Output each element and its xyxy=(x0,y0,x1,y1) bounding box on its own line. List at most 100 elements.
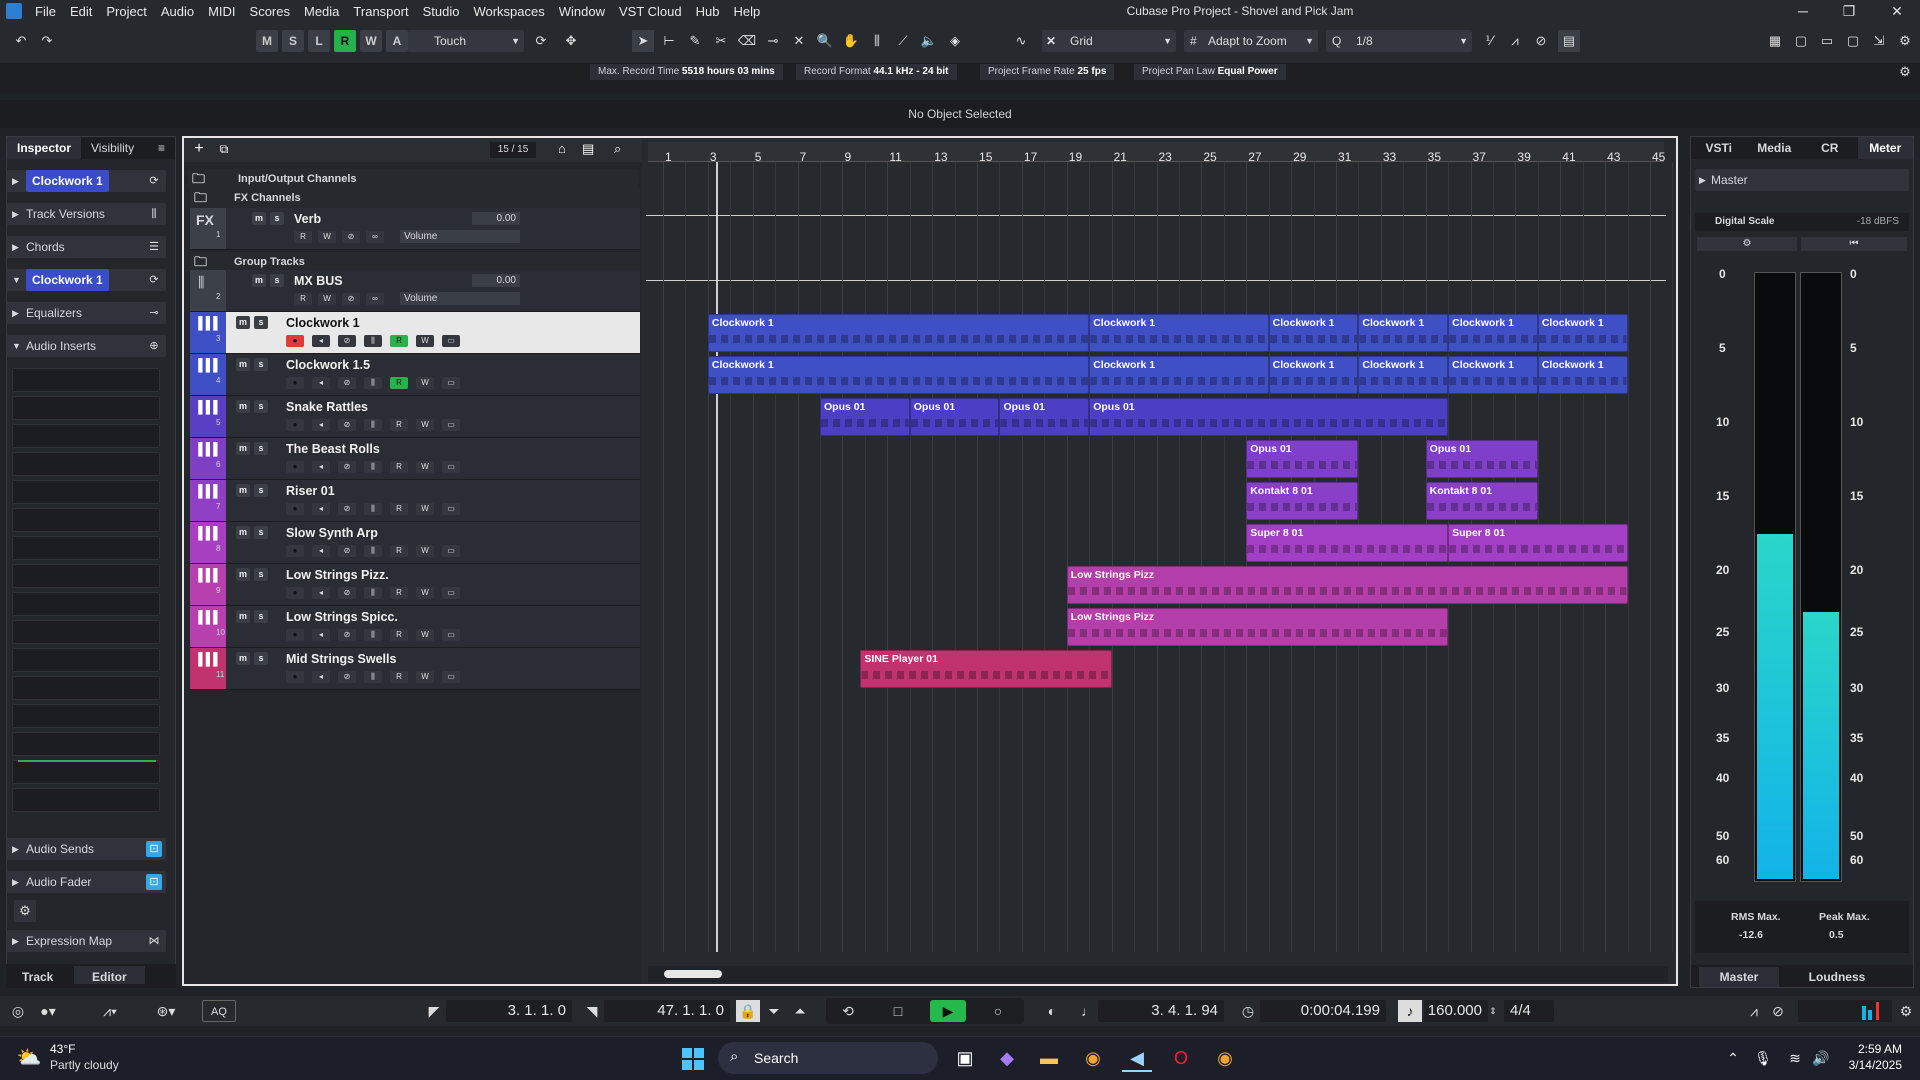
insert-slot[interactable] xyxy=(12,536,160,560)
track-button[interactable]: W xyxy=(416,461,434,473)
insert-slot[interactable] xyxy=(12,620,160,644)
track-button[interactable]: W xyxy=(416,419,434,431)
track-button[interactable]: R xyxy=(390,461,408,473)
track-button[interactable]: ◂ xyxy=(312,503,330,515)
track-button[interactable]: R xyxy=(390,335,408,347)
taskbar-search[interactable]: ⌕ Search xyxy=(718,1042,938,1074)
inspector-section-5[interactable]: ▼ Audio Inserts ⊕ xyxy=(6,335,166,357)
track-button[interactable]: ▭ xyxy=(442,671,460,683)
insert-slot[interactable] xyxy=(12,704,160,728)
track-button[interactable]: ∞ xyxy=(366,231,384,243)
record-mode-icon[interactable]: ●▾ xyxy=(36,1000,60,1022)
track-button[interactable]: ● xyxy=(286,629,304,641)
tab-media[interactable]: Media xyxy=(1747,137,1803,159)
speaker-tool-icon[interactable]: 🔈 xyxy=(918,30,940,52)
automation-param[interactable]: Volume xyxy=(400,292,520,305)
export-icon[interactable]: ⇲ xyxy=(1868,30,1890,52)
midi-part[interactable]: Clockwork 1 xyxy=(1448,356,1538,394)
section-action-icon[interactable]: ⟳ xyxy=(146,173,162,189)
track-button[interactable]: ⫼ xyxy=(364,419,382,431)
track-button[interactable]: W xyxy=(416,503,434,515)
track-button[interactable]: R xyxy=(390,503,408,515)
track-button[interactable]: ∞ xyxy=(366,293,384,305)
stop-icon[interactable]: □ xyxy=(886,1000,910,1022)
inspector-settings-gear-icon[interactable]: ⚙ xyxy=(14,900,36,922)
track-button[interactable]: ◂ xyxy=(312,629,330,641)
state-button-s[interactable]: S xyxy=(282,30,304,52)
maximize-button[interactable]: ❐ xyxy=(1826,0,1872,22)
color-tool-icon[interactable]: ◈ xyxy=(944,30,966,52)
insert-slot[interactable] xyxy=(12,480,160,504)
insert-slot[interactable] xyxy=(12,396,160,420)
task-view-icon[interactable]: ▣ xyxy=(950,1044,980,1072)
mute-button[interactable]: m xyxy=(236,526,250,539)
track-button[interactable]: ● xyxy=(286,545,304,557)
track-button[interactable]: ⊘ xyxy=(338,335,356,347)
track-row[interactable]: ▐▐▐ 3 Clockwork 1 m s ● ◂ ⊘ ⫼ R W ▭ xyxy=(190,312,640,354)
tab-editor[interactable]: Editor xyxy=(74,966,145,984)
track-button[interactable]: ● xyxy=(286,587,304,599)
microphone-icon[interactable]: 🎙 xyxy=(1748,1044,1778,1072)
track-button[interactable]: ⫼ xyxy=(364,335,382,347)
line-tool-icon[interactable]: ⟋ xyxy=(892,30,914,52)
insert-slot[interactable] xyxy=(12,648,160,672)
hand-tool-icon[interactable]: ✋ xyxy=(840,30,862,52)
section-action-icon[interactable]: ⊕ xyxy=(146,338,162,354)
state-button-r[interactable]: R xyxy=(334,30,356,52)
track-button[interactable]: ● xyxy=(286,419,304,431)
snap-on-off-icon[interactable]: ∿ xyxy=(1010,30,1032,52)
automation-icon[interactable]: ◐ xyxy=(1040,1000,1064,1022)
lower-zone-icon[interactable]: ▭ xyxy=(1816,30,1838,52)
track-button[interactable]: W xyxy=(416,671,434,683)
track-button[interactable]: ⊘ xyxy=(342,231,360,243)
audio-performance-icon[interactable]: ⩘▾ xyxy=(90,1000,130,1022)
track-button[interactable]: ● xyxy=(286,377,304,389)
insert-slot[interactable] xyxy=(12,760,160,784)
track-button[interactable]: ⊘ xyxy=(338,461,356,473)
midi-part[interactable]: Super 8 01 xyxy=(1246,524,1449,562)
track-button[interactable]: ▭ xyxy=(442,545,460,557)
tempo-stepper-icon[interactable]: ⇕ xyxy=(1486,1000,1500,1022)
right-locator-field[interactable]: 47. 1. 1. 0 xyxy=(604,1000,730,1022)
opera-icon[interactable]: O xyxy=(1166,1044,1196,1072)
track-button[interactable]: ● xyxy=(286,503,304,515)
tempo-field[interactable]: 160.000 xyxy=(1424,1000,1488,1022)
cubase-taskbar-icon[interactable]: ◀ xyxy=(1122,1044,1152,1072)
zoom-tool-icon[interactable]: 🔍 xyxy=(814,30,836,52)
inspector-section-3[interactable]: ▼ Clockwork 1 ⟳ xyxy=(6,269,166,291)
quantize-select[interactable]: Q 1/8 ▼ xyxy=(1326,30,1472,52)
track-value[interactable]: 0.00 xyxy=(472,274,520,287)
track-button[interactable]: W xyxy=(416,545,434,557)
time-warp-icon[interactable]: ⫼ xyxy=(866,30,888,52)
track-button[interactable]: W xyxy=(416,587,434,599)
midi-part[interactable]: Low Strings Pizz xyxy=(1066,566,1628,604)
left-zone-icon[interactable]: ▢ xyxy=(1790,30,1812,52)
grid-type-select[interactable]: # Adapt to Zoom ▼ xyxy=(1184,30,1318,52)
track-row[interactable]: ▐▐▐ 7 Riser 01 m s ● ◂ ⊘ ⫼ R W ▭ xyxy=(190,480,640,522)
lock-icon[interactable]: 🔒 xyxy=(736,1000,760,1022)
marker-icon[interactable]: ⩘ xyxy=(1742,1000,1766,1022)
signature-field[interactable]: 4/4 xyxy=(1504,1000,1554,1022)
track-button[interactable]: ◂ xyxy=(312,545,330,557)
track-button[interactable]: ▭ xyxy=(442,419,460,431)
chrome-icon[interactable]: ◉ xyxy=(1078,1044,1108,1072)
track-button[interactable]: ⫼ xyxy=(364,587,382,599)
track-button[interactable]: ▭ xyxy=(442,503,460,515)
track-button[interactable]: ◂ xyxy=(312,377,330,389)
quantize-reset-icon[interactable]: ⊘ xyxy=(1530,30,1552,52)
midi-part[interactable]: Opus 01 xyxy=(820,398,910,436)
track-row[interactable]: ▐▐▐ 8 Slow Synth Arp m s ● ◂ ⊘ ⫼ R W ▭ xyxy=(190,522,640,564)
cycle-icon[interactable]: ⟲ xyxy=(836,1000,860,1022)
track-button[interactable]: ▭ xyxy=(442,377,460,389)
midi-part[interactable]: Super 8 01 xyxy=(1448,524,1628,562)
midi-part[interactable]: Clockwork 1 xyxy=(1268,314,1359,352)
track-row[interactable]: ▐▐▐ 11 Mid Strings Swells m s ● ◂ ⊘ ⫼ R W ▭ xyxy=(190,648,640,690)
menu-hub[interactable]: Hub xyxy=(689,4,727,19)
tab-track[interactable]: Track xyxy=(22,968,53,986)
mute-button[interactable]: m xyxy=(236,652,250,665)
left-locator-field[interactable]: 3. 1. 1. 0 xyxy=(446,1000,572,1022)
metronome-icon[interactable]: ♩ xyxy=(1076,1000,1100,1022)
inspector-section-expression-map[interactable]: ▶ Expression Map ⋈ xyxy=(6,930,166,952)
menu-transport[interactable]: Transport xyxy=(346,4,415,19)
track-button[interactable]: ◂ xyxy=(312,419,330,431)
